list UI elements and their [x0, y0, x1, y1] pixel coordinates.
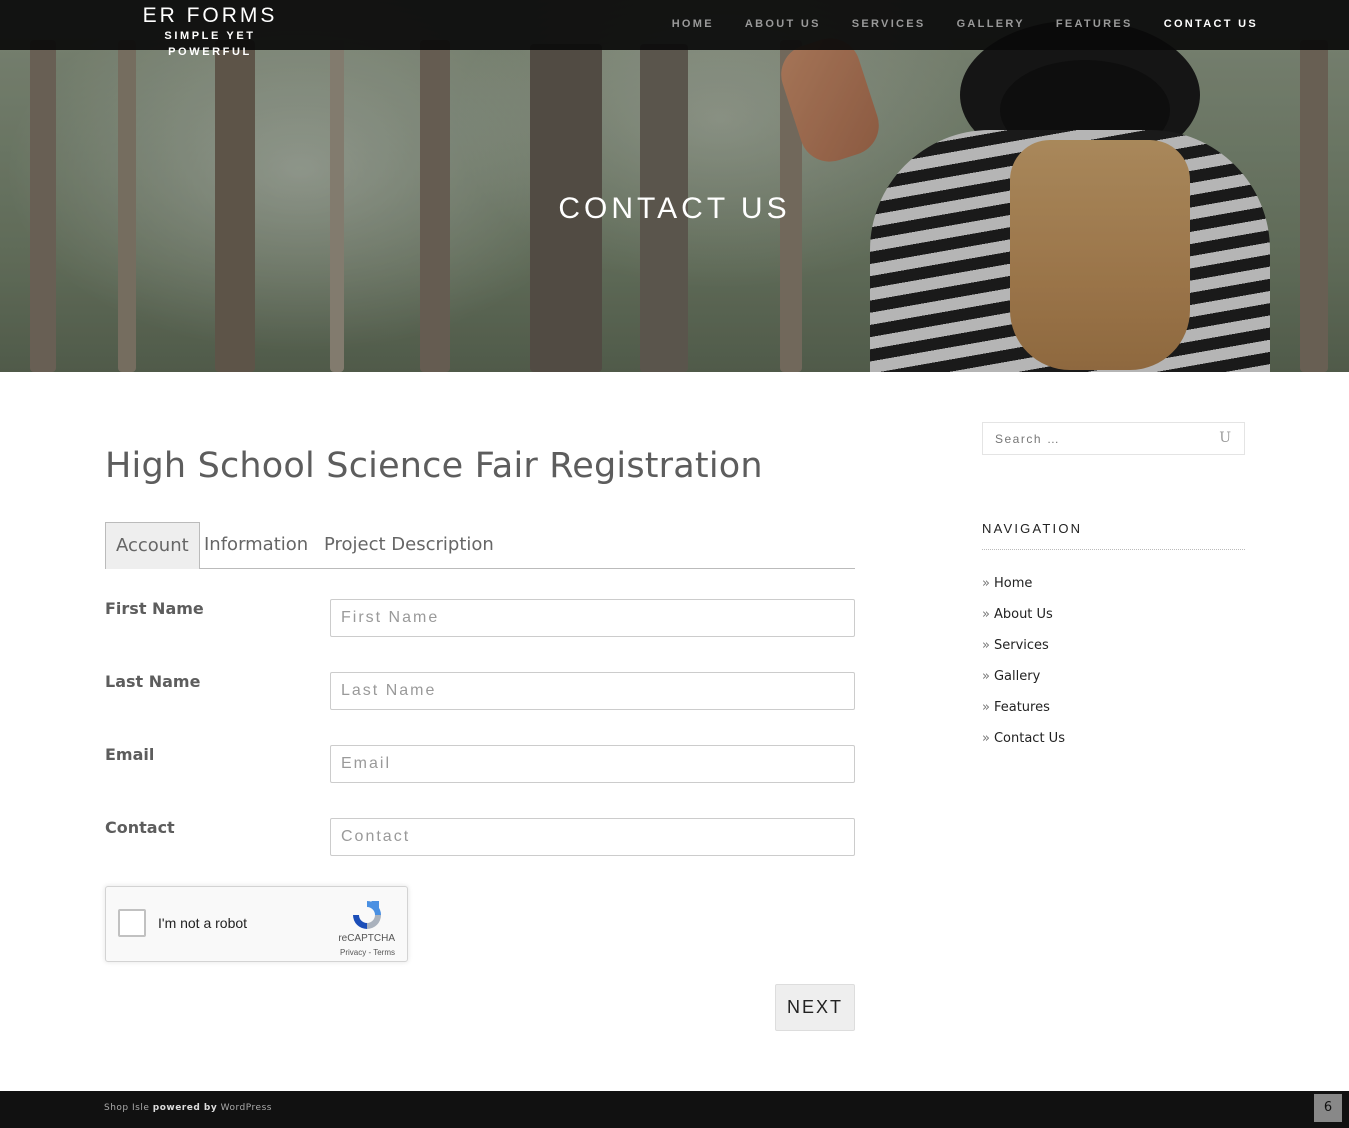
sidebar-item-gallery: » Gallery: [982, 669, 1065, 700]
footer-theme-link[interactable]: Shop Isle: [104, 1103, 149, 1113]
site-header: ER FORMS SIMPLE YET POWERFUL HOME ABOUT …: [0, 0, 1349, 58]
first-name-row: First Name: [105, 599, 855, 637]
last-name-input[interactable]: [330, 672, 855, 710]
nav-services[interactable]: SERVICES: [852, 16, 926, 32]
site-logo[interactable]: ER FORMS SIMPLE YET POWERFUL: [120, 4, 300, 60]
sidebar-search: U: [982, 422, 1245, 455]
sidebar-link-gallery[interactable]: Gallery: [994, 669, 1040, 684]
last-name-row: Last Name: [105, 672, 855, 710]
sidebar-item-features: » Features: [982, 700, 1065, 731]
next-button[interactable]: NEXT: [775, 984, 855, 1031]
recaptcha-checkbox[interactable]: [118, 909, 146, 937]
sidebar-nav-title: NAVIGATION: [982, 521, 1245, 550]
bullet-icon: »: [982, 669, 990, 684]
email-input[interactable]: [330, 745, 855, 783]
contact-input[interactable]: [330, 818, 855, 856]
bullet-icon: »: [982, 700, 990, 715]
bullet-icon: »: [982, 731, 990, 746]
recaptcha-widget: I'm not a robot reCAPTCHA Privacy - Term…: [105, 886, 408, 962]
tab-account[interactable]: Account: [105, 522, 200, 569]
recaptcha-logo-icon: [353, 901, 381, 929]
footer-powered-text: powered by: [152, 1103, 218, 1113]
recaptcha-brand: reCAPTCHA: [338, 933, 395, 944]
site-title[interactable]: ER FORMS: [120, 4, 300, 28]
footer-platform-link[interactable]: WordPress: [221, 1103, 272, 1113]
sidebar-item-about-us: » About Us: [982, 607, 1065, 638]
last-name-label: Last Name: [105, 672, 201, 691]
sidebar-nav-list: » Home » About Us » Services » Gallery » Feat…: [982, 576, 1065, 762]
bullet-icon: »: [982, 638, 990, 653]
sidebar-link-home[interactable]: Home: [994, 576, 1032, 591]
recaptcha-terms-link[interactable]: Privacy - Terms: [340, 948, 395, 957]
bullet-icon: »: [982, 607, 990, 622]
sidebar-item-services: » Services: [982, 638, 1065, 669]
nav-about-us[interactable]: ABOUT US: [745, 16, 821, 32]
footer-credit: Shop Isle powered by WordPress: [104, 1103, 272, 1113]
email-row: Email: [105, 745, 855, 783]
contact-row: Contact: [105, 818, 855, 856]
nav-contact-us[interactable]: CONTACT US: [1164, 16, 1258, 32]
recaptcha-label: I'm not a robot: [158, 915, 248, 931]
scroll-to-top-button[interactable]: 6: [1314, 1094, 1342, 1122]
first-name-input[interactable]: [330, 599, 855, 637]
email-label: Email: [105, 745, 155, 764]
sidebar-item-home: » Home: [982, 576, 1065, 607]
search-input[interactable]: [983, 423, 1208, 454]
nav-home[interactable]: HOME: [672, 16, 714, 32]
sidebar-item-contact-us: » Contact Us: [982, 731, 1065, 762]
tab-information[interactable]: Information: [204, 522, 308, 569]
search-icon[interactable]: U: [1219, 430, 1231, 446]
site-footer: Shop Isle powered by WordPress 6: [0, 1091, 1349, 1128]
sidebar-link-contact-us[interactable]: Contact Us: [994, 731, 1065, 746]
page-hero-title: CONTACT US: [558, 192, 791, 225]
sidebar-link-features[interactable]: Features: [994, 700, 1050, 715]
tab-project-description[interactable]: Project Description: [324, 522, 494, 569]
first-name-label: First Name: [105, 599, 204, 618]
form-title: High School Science Fair Registration: [105, 446, 763, 486]
site-tagline: SIMPLE YET POWERFUL: [164, 30, 256, 58]
nav-features[interactable]: FEATURES: [1056, 16, 1133, 32]
nav-gallery[interactable]: GALLERY: [957, 16, 1025, 32]
contact-label: Contact: [105, 818, 175, 837]
form-tabs: Account Information Project Description: [105, 522, 855, 569]
sidebar-link-services[interactable]: Services: [994, 638, 1049, 653]
sidebar-link-about-us[interactable]: About Us: [994, 607, 1053, 622]
bullet-icon: »: [982, 576, 990, 591]
main-nav: HOME ABOUT US SERVICES GALLERY FEATURES …: [641, 16, 1258, 32]
